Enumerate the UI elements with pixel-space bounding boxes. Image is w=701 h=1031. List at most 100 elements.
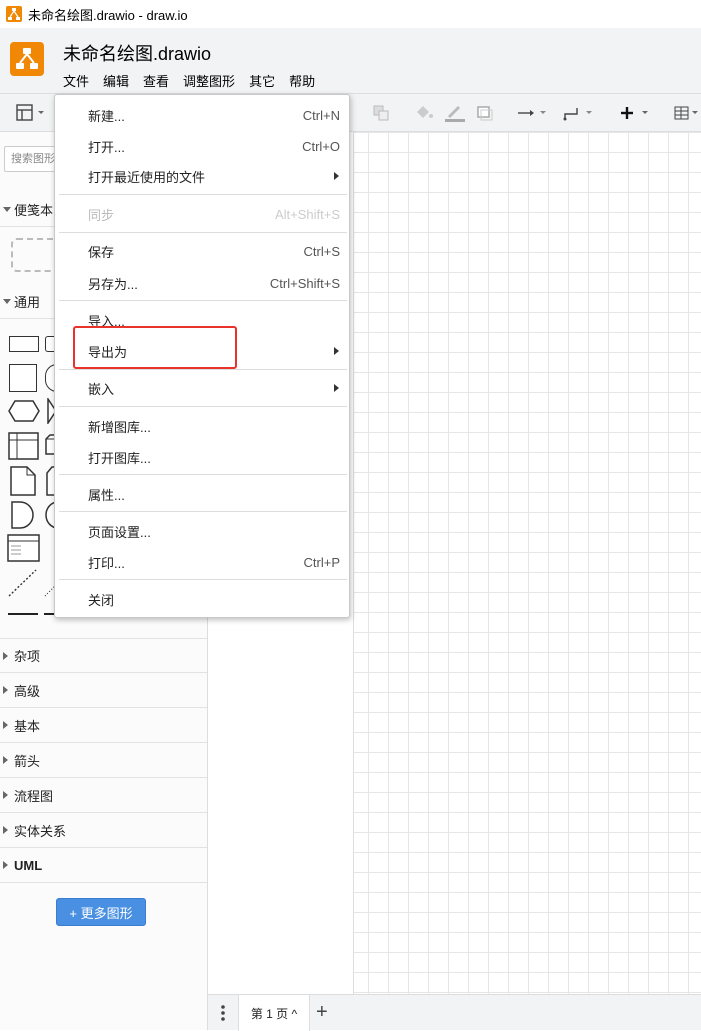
- menu-item-new[interactable]: 新建... Ctrl+N: [55, 100, 349, 130]
- menu-item-label: 新增图库...: [88, 419, 151, 435]
- menu-item-label: 新建...: [88, 108, 125, 124]
- menu-item-label: 保存: [88, 244, 115, 260]
- menu-separator: [59, 406, 347, 407]
- page-tab[interactable]: 第 1 页 ^: [238, 995, 310, 1031]
- section-entity-relation[interactable]: 实体关系: [0, 813, 207, 848]
- menu-item-new-library[interactable]: 新增图库...: [55, 411, 349, 441]
- connection-arrow-icon[interactable]: [516, 104, 550, 126]
- drawio-logo-icon[interactable]: [10, 42, 44, 76]
- chevron-down-icon: [3, 207, 11, 212]
- window-titlebar: 未命名绘图.drawio - draw.io: [0, 0, 701, 28]
- submenu-arrow-icon: [334, 384, 339, 392]
- document-shape[interactable]: [10, 466, 36, 499]
- menu-item-label: 打开图库...: [88, 450, 151, 466]
- chevron-right-icon: [3, 756, 8, 764]
- waypoint-icon[interactable]: [562, 104, 596, 126]
- line-shape[interactable]: [8, 613, 38, 615]
- menu-item-label: 同步: [88, 207, 115, 223]
- menu-item-shortcut: Ctrl+Shift+S: [269, 275, 340, 291]
- chevron-right-icon: [3, 861, 8, 869]
- submenu-arrow-icon: [334, 347, 339, 355]
- menu-item-label: 页面设置...: [88, 524, 151, 540]
- menu-item-shortcut: Alt+Shift+S: [274, 206, 340, 222]
- section-label: 便笺本: [14, 202, 54, 218]
- menu-separator: [59, 369, 347, 370]
- menu-item-save[interactable]: 保存 Ctrl+S: [55, 236, 349, 266]
- menu-item-page-setup[interactable]: 页面设置...: [55, 516, 349, 546]
- menu-item-properties[interactable]: 属性...: [55, 479, 349, 509]
- section-label: 杂项: [14, 649, 41, 664]
- app-header: 未命名绘图.drawio 文件 编辑 查看 调整图形 其它 帮助: [0, 28, 701, 94]
- menu-separator: [59, 300, 347, 301]
- section-misc[interactable]: 杂项: [0, 638, 207, 673]
- menu-separator: [59, 232, 347, 233]
- menu-item-save-as[interactable]: 另存为... Ctrl+Shift+S: [55, 268, 349, 298]
- container-shape[interactable]: [8, 432, 40, 463]
- chevron-right-icon: [3, 791, 8, 799]
- menu-item-embed[interactable]: 嵌入: [55, 373, 349, 403]
- menu-separator: [59, 511, 347, 512]
- chevron-right-icon: [3, 652, 8, 660]
- page-menu-icon[interactable]: [220, 1004, 226, 1025]
- menu-item-shortcut: Ctrl+O: [302, 138, 340, 154]
- window-title: 未命名绘图.drawio - draw.io: [28, 7, 188, 23]
- dashed-line-shape[interactable]: [8, 568, 38, 601]
- section-label: 箭头: [14, 753, 41, 769]
- menu-extras[interactable]: 其它: [249, 71, 275, 90]
- menubar: 文件 编辑 查看 调整图形 其它 帮助: [63, 71, 329, 90]
- menu-edit[interactable]: 编辑: [103, 71, 129, 90]
- menu-arrange[interactable]: 调整图形: [183, 71, 235, 90]
- menu-item-label: 属性...: [88, 487, 125, 503]
- page-bar: 第 1 页 ^ +: [208, 994, 701, 1031]
- rectangle-shape[interactable]: [9, 336, 39, 352]
- hexagon-shape[interactable]: [8, 400, 40, 425]
- add-page-button[interactable]: +: [316, 1001, 328, 1024]
- menu-item-label: 关闭: [88, 592, 115, 608]
- section-advanced[interactable]: 高级: [0, 673, 207, 708]
- menu-item-open-library[interactable]: 打开图库...: [55, 442, 349, 472]
- chevron-right-icon: [3, 721, 8, 729]
- menu-item-label: 打开...: [88, 139, 125, 155]
- menu-item-label: 嵌入: [88, 381, 115, 397]
- line-color-icon[interactable]: [444, 104, 466, 126]
- menu-item-close[interactable]: 关闭: [55, 584, 349, 614]
- chevron-right-icon: [3, 686, 8, 694]
- table-icon[interactable]: [674, 104, 700, 126]
- fill-color-icon[interactable]: [414, 104, 434, 126]
- export-highlight-box: [73, 326, 237, 369]
- menu-separator: [59, 579, 347, 580]
- menu-separator: [59, 194, 347, 195]
- menu-item-sync: 同步 Alt+Shift+S: [55, 199, 349, 229]
- section-uml[interactable]: UML: [0, 848, 207, 883]
- menu-view[interactable]: 查看: [143, 71, 169, 90]
- menu-file[interactable]: 文件: [63, 71, 89, 90]
- section-basic[interactable]: 基本: [0, 708, 207, 743]
- format-panel-icon[interactable]: [16, 104, 46, 126]
- square-shape[interactable]: [9, 364, 37, 392]
- shadow-icon[interactable]: [476, 104, 494, 126]
- chevron-right-icon: [3, 826, 8, 834]
- menu-help[interactable]: 帮助: [289, 71, 315, 90]
- document-title[interactable]: 未命名绘图.drawio: [63, 40, 211, 66]
- delay-shape[interactable]: [10, 500, 36, 533]
- menu-item-label: 打印...: [88, 555, 125, 571]
- menu-item-print[interactable]: 打印... Ctrl+P: [55, 547, 349, 577]
- to-back-icon[interactable]: [372, 104, 390, 126]
- list-shape[interactable]: [7, 534, 41, 565]
- section-flowchart[interactable]: 流程图: [0, 778, 207, 813]
- section-label: 流程图: [14, 788, 54, 804]
- more-shapes-button[interactable]: + 更多图形: [56, 898, 146, 926]
- chevron-down-icon: [3, 299, 11, 304]
- menu-item-open[interactable]: 打开... Ctrl+O: [55, 131, 349, 161]
- menu-item-label: 打开最近使用的文件: [88, 169, 206, 185]
- section-arrows[interactable]: 箭头: [0, 743, 207, 778]
- menu-item-open-recent[interactable]: 打开最近使用的文件: [55, 161, 349, 191]
- submenu-arrow-icon: [334, 172, 339, 180]
- menu-item-shortcut: Ctrl+S: [303, 243, 340, 259]
- insert-plus-icon[interactable]: [618, 104, 652, 126]
- section-label: 通用: [14, 294, 41, 310]
- menu-separator: [59, 474, 347, 475]
- menu-item-shortcut: Ctrl+N: [302, 107, 340, 123]
- drawio-small-logo-icon: [6, 6, 22, 22]
- section-label: 基本: [14, 718, 41, 734]
